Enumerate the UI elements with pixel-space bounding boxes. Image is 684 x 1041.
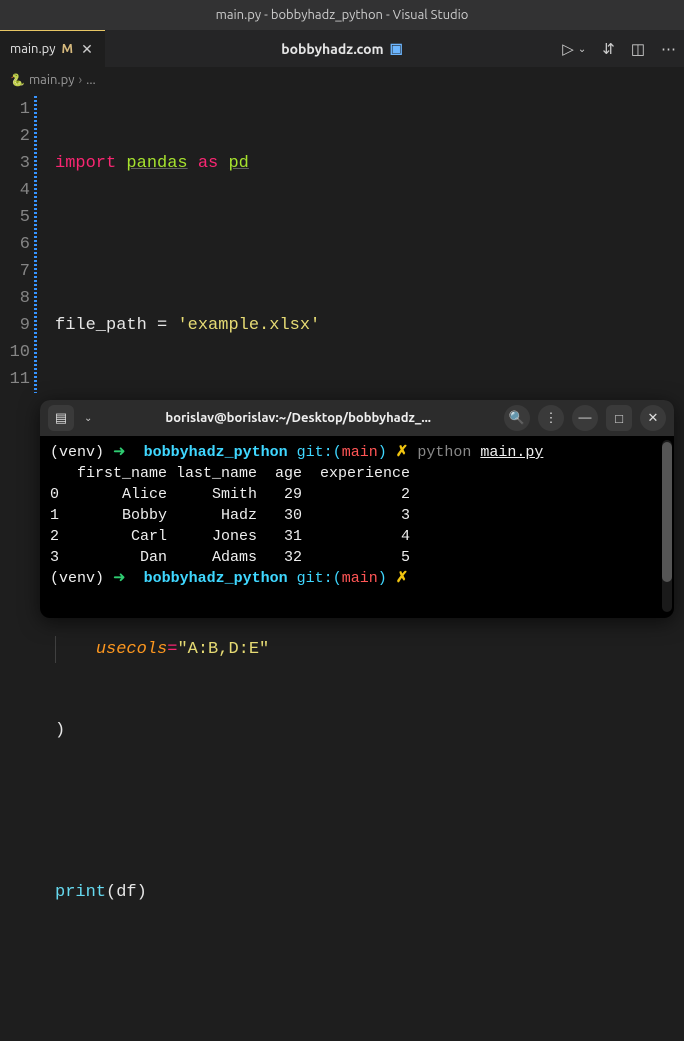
toolbar-center: bobbyhadz.com ▣: [281, 30, 403, 67]
chevron-down-icon[interactable]: ⌄: [84, 412, 92, 424]
python-file-icon: 🐍: [10, 73, 25, 87]
maximize-icon[interactable]: □: [606, 405, 632, 431]
close-icon[interactable]: ✕: [640, 405, 666, 431]
window-titlebar: main.py - bobbyhadz_python - Visual Stud…: [0, 0, 684, 30]
breadcrumb-more: ...: [86, 73, 96, 87]
line-gutter: 1 2 3 4 5 6 7 8 9 10 11: [0, 92, 34, 1041]
terminal-titlebar: ▤ ⌄ borislav@borislav:~/Desktop/bobbyhad…: [40, 400, 674, 436]
tab-bar: main.py M ✕ bobbyhadz.com ▣ ▷ ⌄ ⇵ ◫ ⋯: [0, 30, 684, 68]
menu-icon[interactable]: ⋮: [538, 405, 564, 431]
breadcrumb-file: main.py: [29, 73, 75, 87]
tab-mainpy[interactable]: main.py M ✕: [0, 30, 105, 67]
cube-icon: ▣: [390, 40, 403, 57]
chevron-down-icon[interactable]: ⌄: [578, 43, 586, 55]
new-tab-button[interactable]: ▤: [48, 405, 74, 431]
toolbar-right: ▷ ⌄ ⇵ ◫ ⋯: [562, 30, 676, 67]
output-row: 1 Bobby Hadz 30 3: [50, 507, 410, 524]
compare-icon[interactable]: ⇵: [602, 40, 615, 58]
terminal-title: borislav@borislav:~/Desktop/bobbyhadz_..…: [102, 411, 494, 425]
site-label: bobbyhadz.com: [281, 41, 383, 57]
output-row: 0 Alice Smith 29 2: [50, 486, 410, 503]
output-header: first_name last_name age experience: [50, 465, 410, 482]
terminal-window: ▤ ⌄ borislav@borislav:~/Desktop/bobbyhad…: [40, 400, 674, 618]
search-icon[interactable]: 🔍: [504, 405, 530, 431]
window-title: main.py - bobbyhadz_python - Visual Stud…: [216, 8, 469, 22]
output-row: 3 Dan Adams 32 5: [50, 549, 410, 566]
tab-modified-marker: M: [62, 42, 74, 56]
run-icon[interactable]: ▷: [562, 40, 574, 58]
git-change-bar: [34, 96, 37, 393]
minimize-icon[interactable]: —: [572, 405, 598, 431]
chevron-right-icon: ›: [78, 73, 82, 87]
scrollbar-thumb[interactable]: [662, 442, 672, 582]
close-icon[interactable]: ✕: [79, 41, 95, 58]
breadcrumb[interactable]: 🐍 main.py › ...: [0, 68, 684, 92]
terminal-scrollbar[interactable]: [662, 440, 672, 612]
output-row: 2 Carl Jones 31 4: [50, 528, 410, 545]
more-icon[interactable]: ⋯: [661, 40, 676, 58]
split-icon[interactable]: ◫: [631, 40, 645, 58]
tab-filename: main.py: [10, 42, 56, 56]
terminal-body[interactable]: (venv) ➜ bobbyhadz_python git:(main) ✗ p…: [40, 436, 674, 595]
